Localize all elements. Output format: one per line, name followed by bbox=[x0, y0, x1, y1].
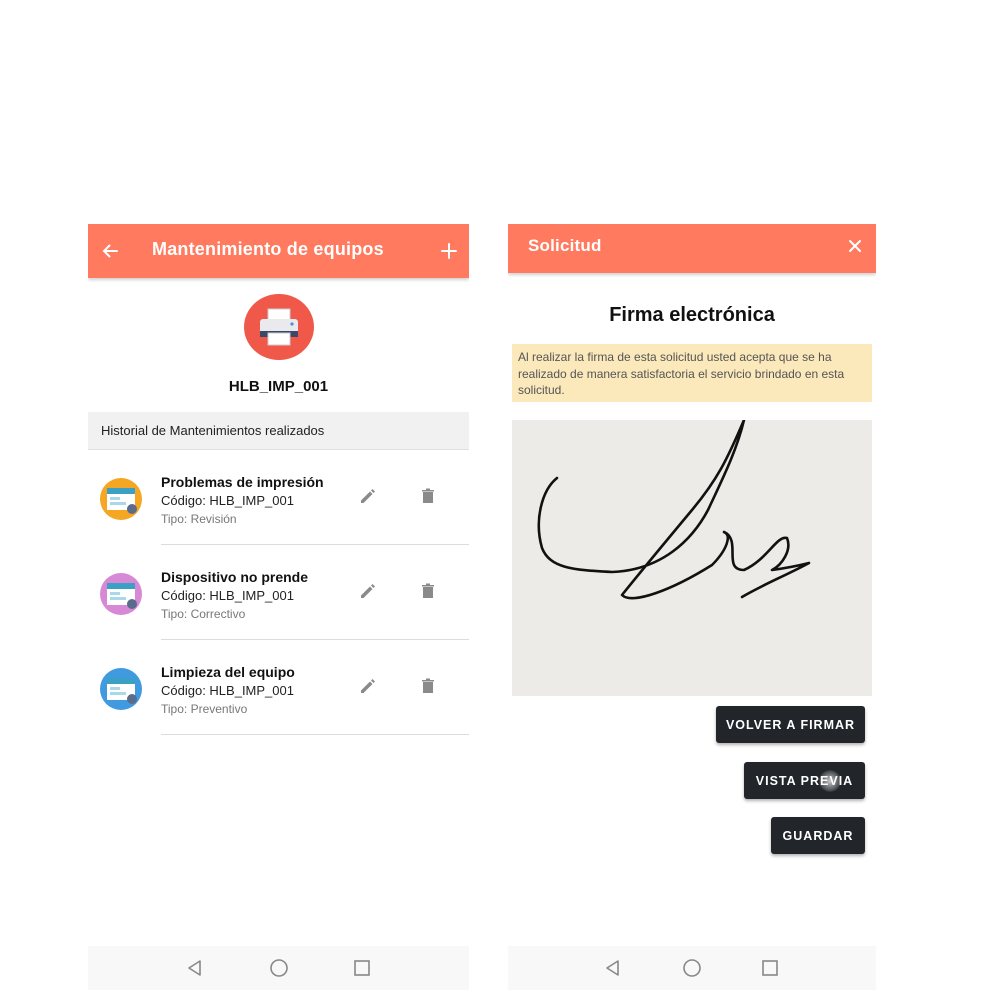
close-icon bbox=[849, 240, 861, 252]
circle-home-icon[interactable] bbox=[269, 958, 289, 978]
app-bar: Mantenimiento de equipos bbox=[88, 224, 469, 278]
system-nav-bar bbox=[88, 946, 469, 990]
printer-icon bbox=[260, 308, 298, 346]
square-recents-icon[interactable] bbox=[760, 958, 780, 978]
list-item[interactable]: Dispositivo no prende Código: HLB_IMP_00… bbox=[88, 545, 469, 640]
consent-notice: Al realizar la firma de esta solicitud u… bbox=[512, 344, 872, 402]
signature-screen: Solicitud Firma electrónica Al realizar … bbox=[508, 224, 876, 990]
save-button[interactable]: GUARDAR bbox=[771, 817, 865, 854]
item-code: Código: HLB_IMP_001 bbox=[161, 493, 294, 508]
maintenance-screen: Mantenimiento de equipos HLB_IMP_001 His… bbox=[88, 224, 469, 990]
touch-ripple bbox=[819, 770, 841, 792]
item-type: Tipo: Revisión bbox=[161, 512, 237, 526]
pencil-icon[interactable] bbox=[358, 676, 378, 696]
item-title: Limpieza del equipo bbox=[161, 664, 295, 680]
item-title: Problemas de impresión bbox=[161, 474, 324, 490]
trash-icon[interactable] bbox=[418, 581, 438, 601]
list-item[interactable]: Problemas de impresión Código: HLB_IMP_0… bbox=[88, 450, 469, 545]
pencil-icon[interactable] bbox=[358, 486, 378, 506]
square-recents-icon[interactable] bbox=[352, 958, 372, 978]
back-button[interactable] bbox=[96, 237, 124, 265]
triangle-back-icon[interactable] bbox=[603, 958, 623, 978]
item-type: Tipo: Preventivo bbox=[161, 702, 248, 716]
item-thumbnail bbox=[100, 478, 142, 520]
preview-button[interactable]: VISTA PREVIA bbox=[744, 762, 865, 799]
signature-stroke bbox=[537, 418, 811, 600]
resign-button[interactable]: VOLVER A FIRMAR bbox=[716, 706, 865, 743]
item-type: Tipo: Correctivo bbox=[161, 607, 246, 621]
item-title: Dispositivo no prende bbox=[161, 569, 309, 585]
item-code: Código: HLB_IMP_001 bbox=[161, 683, 294, 698]
history-header: Historial de Mantenimientos realizados bbox=[88, 412, 469, 450]
list-item[interactable]: Limpieza del equipo Código: HLB_IMP_001 … bbox=[88, 640, 469, 735]
item-thumbnail bbox=[100, 668, 142, 710]
device-avatar bbox=[244, 294, 314, 360]
trash-icon[interactable] bbox=[418, 676, 438, 696]
item-thumbnail bbox=[100, 573, 142, 615]
trash-icon[interactable] bbox=[418, 486, 438, 506]
app-bar-title: Mantenimiento de equipos bbox=[152, 239, 384, 259]
item-code: Código: HLB_IMP_001 bbox=[161, 588, 294, 603]
item-divider bbox=[161, 734, 469, 735]
add-button[interactable] bbox=[435, 237, 463, 265]
pencil-icon[interactable] bbox=[358, 581, 378, 601]
plus-icon bbox=[441, 243, 457, 259]
triangle-back-icon[interactable] bbox=[185, 958, 205, 978]
arrow-left-icon bbox=[102, 244, 118, 258]
system-nav-bar bbox=[508, 946, 876, 990]
app-bar: Solicitud bbox=[508, 224, 876, 273]
signature-heading: Firma electrónica bbox=[609, 304, 775, 326]
signature-pad[interactable] bbox=[512, 418, 872, 696]
app-bar-title: Solicitud bbox=[528, 236, 602, 255]
circle-home-icon[interactable] bbox=[682, 958, 702, 978]
close-button[interactable] bbox=[841, 232, 869, 260]
device-code: HLB_IMP_001 bbox=[228, 378, 329, 395]
